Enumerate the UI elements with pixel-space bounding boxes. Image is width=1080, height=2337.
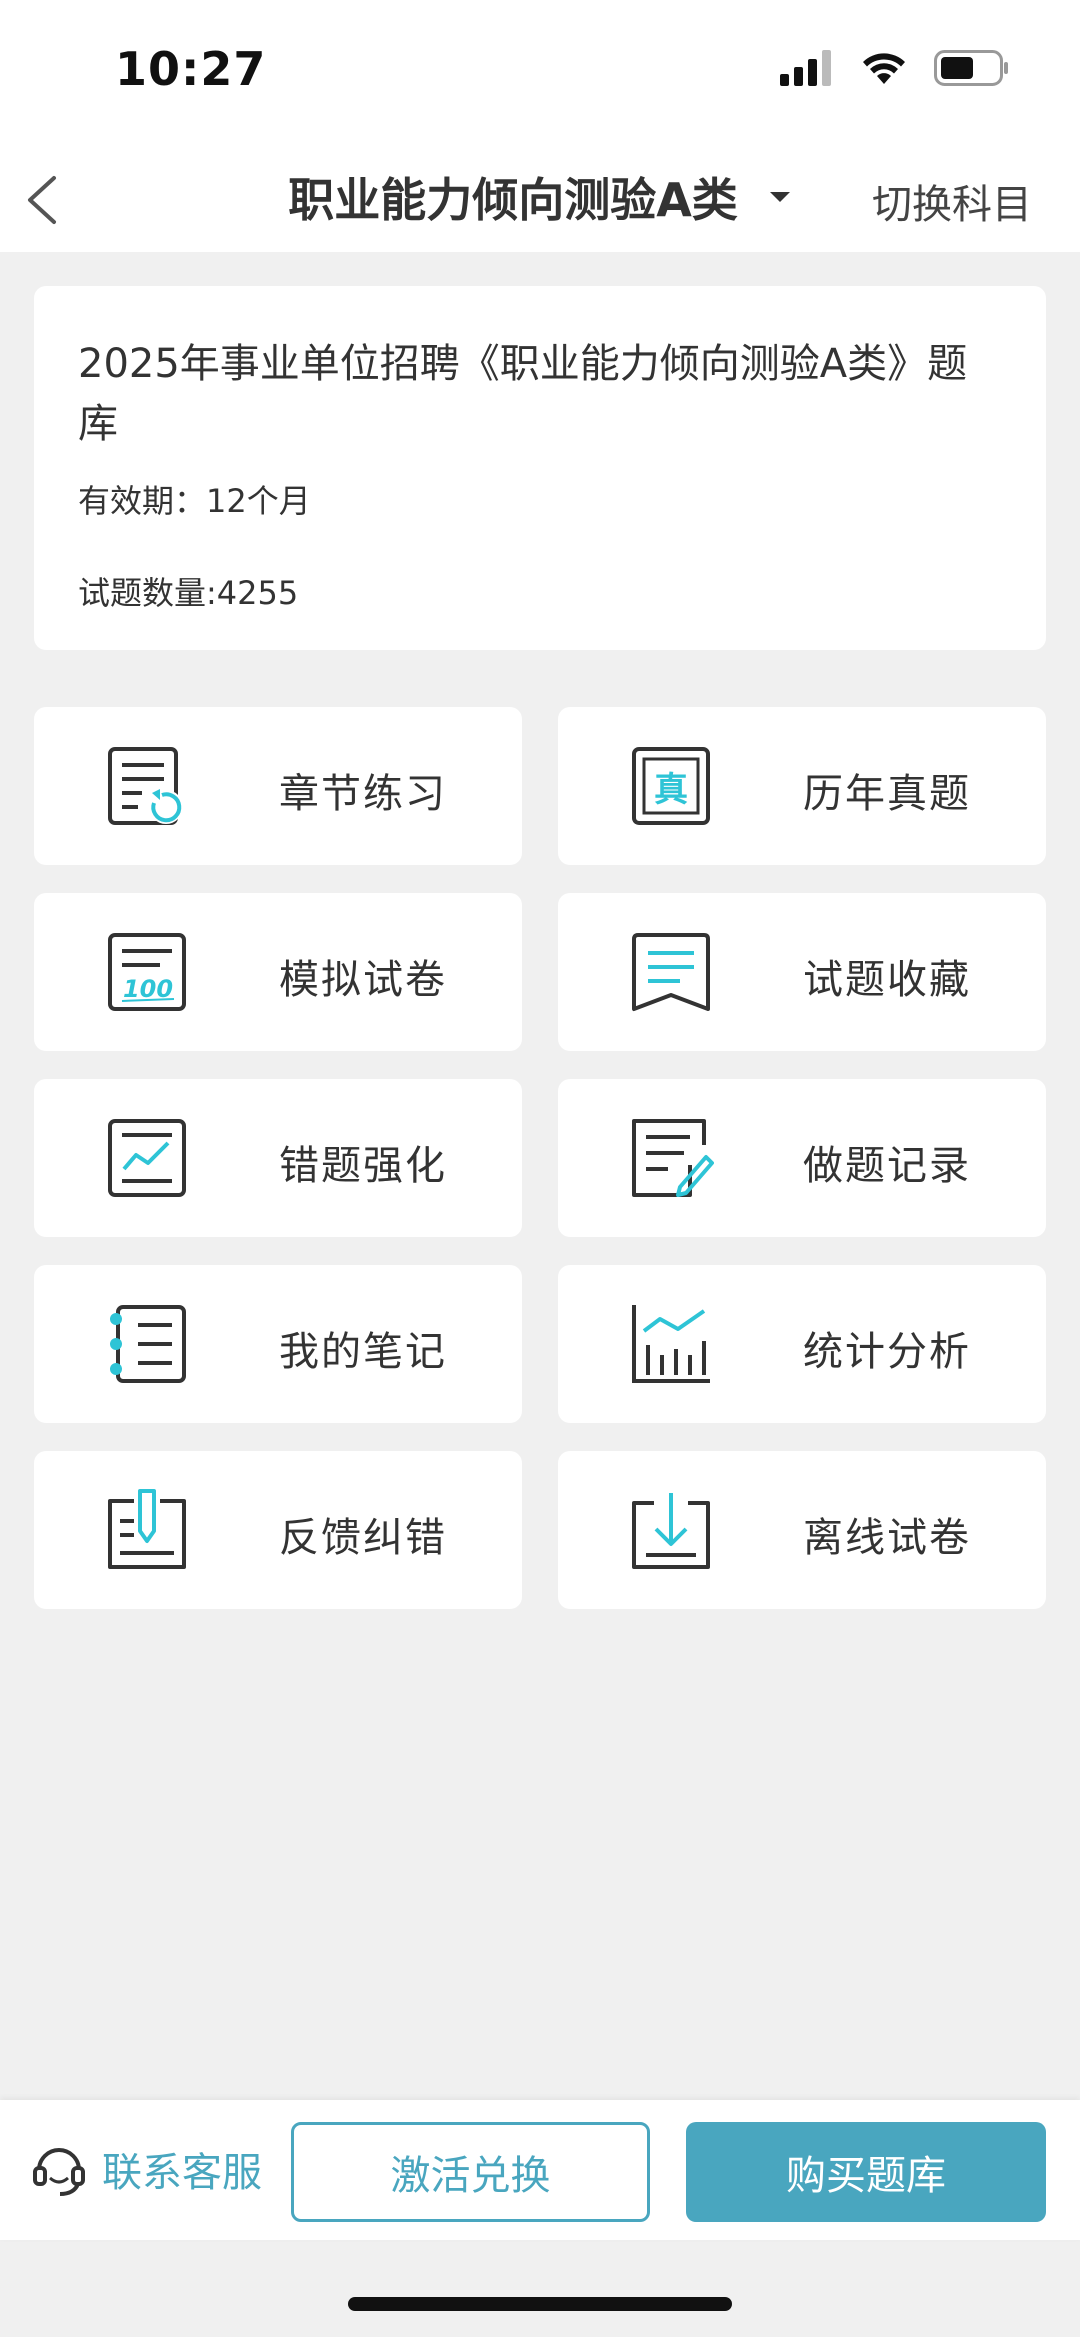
status-time: 10:27 bbox=[115, 42, 267, 96]
battery-icon bbox=[934, 50, 1008, 86]
chapter-practice-icon bbox=[108, 747, 183, 825]
menu-label: 我的笔记 bbox=[279, 1329, 447, 1375]
menu-label: 试题收藏 bbox=[803, 957, 971, 1003]
menu-label: 错题强化 bbox=[279, 1143, 447, 1189]
menu-wrong-questions[interactable]: 错题强化 bbox=[34, 1079, 522, 1237]
validity-text: 有效期：12个月 bbox=[78, 482, 311, 520]
statistics-icon bbox=[632, 1305, 710, 1383]
past-papers-icon: 真 bbox=[632, 747, 710, 825]
bottom-action-bar: 联系客服 激活兑换 购买题库 bbox=[0, 2100, 1080, 2240]
nav-bar: 职业能力倾向测验A类 切换科目 bbox=[0, 140, 1080, 252]
customer-service-label: 联系客服 bbox=[102, 2150, 262, 2196]
question-count-text: 试题数量:4255 bbox=[78, 574, 299, 612]
menu-past-papers[interactable]: 真 历年真题 bbox=[558, 707, 1046, 865]
menu-label: 离线试卷 bbox=[803, 1515, 971, 1561]
bank-title: 2025年事业单位招聘《职业能力倾向测验A类》题库 bbox=[78, 341, 968, 447]
menu-notes[interactable]: 我的笔记 bbox=[34, 1265, 522, 1423]
menu-label: 反馈纠错 bbox=[279, 1515, 447, 1561]
menu-favorites[interactable]: 试题收藏 bbox=[558, 893, 1046, 1051]
menu-mock-exam[interactable]: 100 模拟试卷 bbox=[34, 893, 522, 1051]
page-title: 职业能力倾向测验A类 bbox=[288, 173, 738, 227]
menu-offline-papers[interactable]: 离线试卷 bbox=[558, 1451, 1046, 1609]
svg-text:真: 真 bbox=[654, 770, 688, 810]
status-icons bbox=[780, 50, 1010, 86]
menu-label: 章节练习 bbox=[279, 771, 447, 817]
menu-chapter-practice[interactable]: 章节练习 bbox=[34, 707, 522, 865]
menu-practice-record[interactable]: 做题记录 bbox=[558, 1079, 1046, 1237]
activate-redeem-button[interactable]: 激活兑换 bbox=[291, 2122, 650, 2222]
practice-record-icon bbox=[632, 1119, 714, 1197]
menu-label: 模拟试卷 bbox=[279, 957, 447, 1003]
signal-icon bbox=[780, 50, 831, 86]
home-indicator bbox=[348, 2297, 732, 2311]
notes-icon bbox=[110, 1305, 186, 1383]
menu-statistics[interactable]: 统计分析 bbox=[558, 1265, 1046, 1423]
feedback-icon bbox=[108, 1489, 186, 1569]
offline-download-icon bbox=[632, 1493, 710, 1569]
buy-question-bank-button[interactable]: 购买题库 bbox=[686, 2122, 1046, 2222]
menu-label: 统计分析 bbox=[803, 1329, 971, 1375]
favorites-icon bbox=[632, 933, 710, 1011]
customer-service-button[interactable]: 联系客服 bbox=[30, 2140, 262, 2198]
menu-feedback[interactable]: 反馈纠错 bbox=[34, 1451, 522, 1609]
header-area: 10:27 职业能力倾向测验A类 切换科目 bbox=[0, 0, 1080, 252]
wrong-questions-icon bbox=[108, 1119, 186, 1197]
menu-label: 历年真题 bbox=[803, 771, 971, 817]
wifi-icon bbox=[863, 53, 905, 84]
status-bar: 10:27 bbox=[0, 0, 1080, 140]
menu-label: 做题记录 bbox=[803, 1143, 971, 1189]
question-bank-card: 2025年事业单位招聘《职业能力倾向测验A类》题库 有效期：12个月 试题数量:… bbox=[34, 286, 1046, 650]
dropdown-caret-icon bbox=[769, 192, 790, 202]
headset-icon bbox=[33, 2148, 85, 2196]
mock-exam-icon: 100 bbox=[108, 933, 186, 1011]
switch-subject-button[interactable]: 切换科目 bbox=[872, 172, 1032, 230]
